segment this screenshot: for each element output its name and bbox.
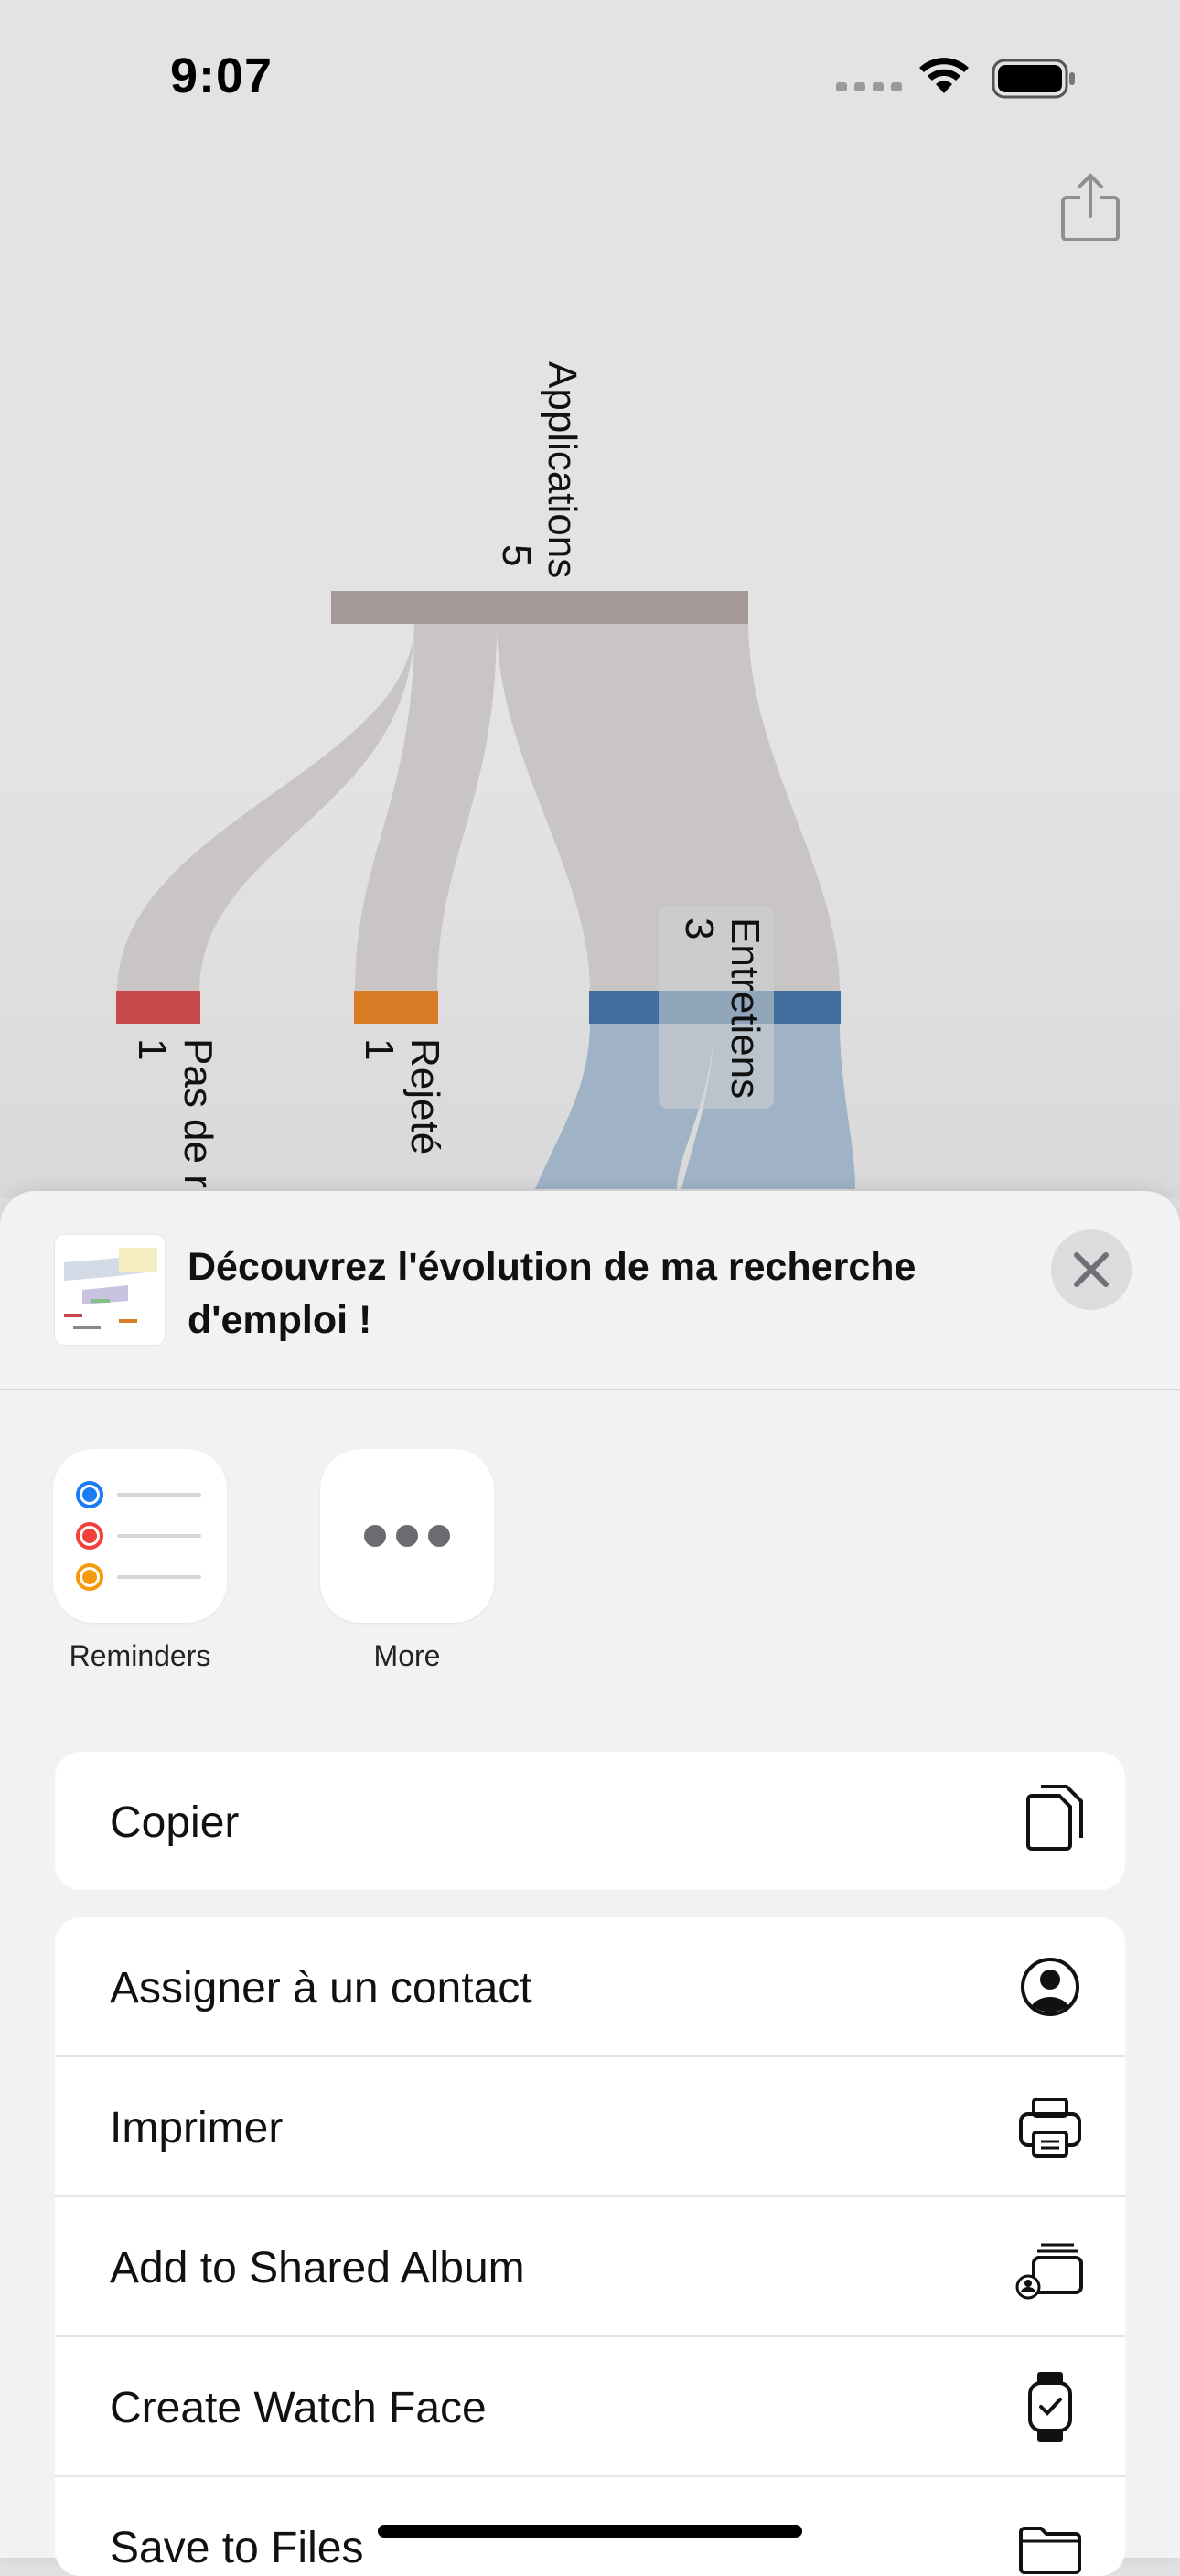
action-label: Assigner à un contact: [110, 1964, 532, 2012]
reminders-icon: [76, 1481, 201, 1591]
action-label: Imprimer: [110, 2104, 284, 2152]
sankey-chart: Applications 5 Pas de r 1 Rejeté 1 Entre…: [116, 361, 855, 1189]
action-label: Add to Shared Album: [110, 2244, 525, 2292]
share-sheet-header: Découvrez l'évolution de ma recherche d'…: [0, 1191, 1180, 1389]
shared-album-icon: [1015, 2243, 1083, 2300]
app-reminders[interactable]: [53, 1449, 227, 1623]
wifi-icon: [919, 58, 969, 93]
action-group-copy: Copier: [55, 1752, 1125, 1890]
close-button[interactable]: [1051, 1229, 1132, 1310]
printer-icon: [1019, 2098, 1081, 2158]
more-icon: [364, 1525, 450, 1547]
status-icons: [836, 58, 1075, 99]
preview-thumbnail: [55, 1235, 165, 1345]
action-copier[interactable]: Copier: [55, 1752, 1125, 1890]
folder-icon: [1019, 2527, 1081, 2574]
node-applications: [331, 591, 748, 624]
label-entretiens: Entretiens: [723, 918, 767, 1099]
action-shared-album[interactable]: Add to Shared Album: [55, 2197, 1125, 2337]
action-group-main: Assigner à un contact Imprimer Add to Sh…: [55, 1917, 1125, 2576]
action-label: Save to Files: [110, 2524, 364, 2572]
label-rejete-value: 1: [357, 1038, 402, 1060]
label-applications-value: 5: [494, 544, 539, 566]
app-label-reminders: Reminders: [69, 1639, 211, 1672]
header-divider: [0, 1389, 1180, 1390]
label-pas-de-reponse: Pas de r: [176, 1038, 220, 1188]
node-rejete: [354, 991, 438, 1024]
watch-icon: [1028, 2372, 1072, 2442]
label-rejete: Rejeté: [402, 1038, 447, 1154]
label-entretiens-value: 3: [677, 918, 722, 939]
app-more[interactable]: [320, 1449, 494, 1623]
close-icon: [1074, 1252, 1109, 1287]
label-pas-de-reponse-value: 1: [130, 1038, 175, 1060]
label-applications: Applications: [540, 361, 585, 578]
app-label-more: More: [373, 1639, 441, 1672]
share-title: Découvrez l'évolution de ma recherche d'…: [188, 1245, 917, 1342]
action-label: Copier: [110, 1798, 240, 1847]
person-circle-icon: [1021, 1958, 1079, 2016]
status-time: 9:07: [170, 48, 274, 103]
action-print[interactable]: Imprimer: [55, 2057, 1125, 2197]
action-label: Create Watch Face: [110, 2384, 487, 2432]
share-icon[interactable]: [1057, 170, 1123, 243]
home-indicator[interactable]: [378, 2525, 802, 2538]
link-applications-rejete: [355, 622, 497, 993]
action-assign-contact[interactable]: Assigner à un contact: [55, 1917, 1125, 2057]
cellular-signal-icon: [836, 82, 902, 91]
battery-icon: [992, 59, 1075, 99]
action-watch-face[interactable]: Create Watch Face: [55, 2337, 1125, 2477]
node-pas-de-reponse: [116, 991, 200, 1024]
share-sheet: Découvrez l'évolution de ma recherche d'…: [0, 1191, 1180, 2576]
copy-icon: [1026, 1785, 1083, 1851]
